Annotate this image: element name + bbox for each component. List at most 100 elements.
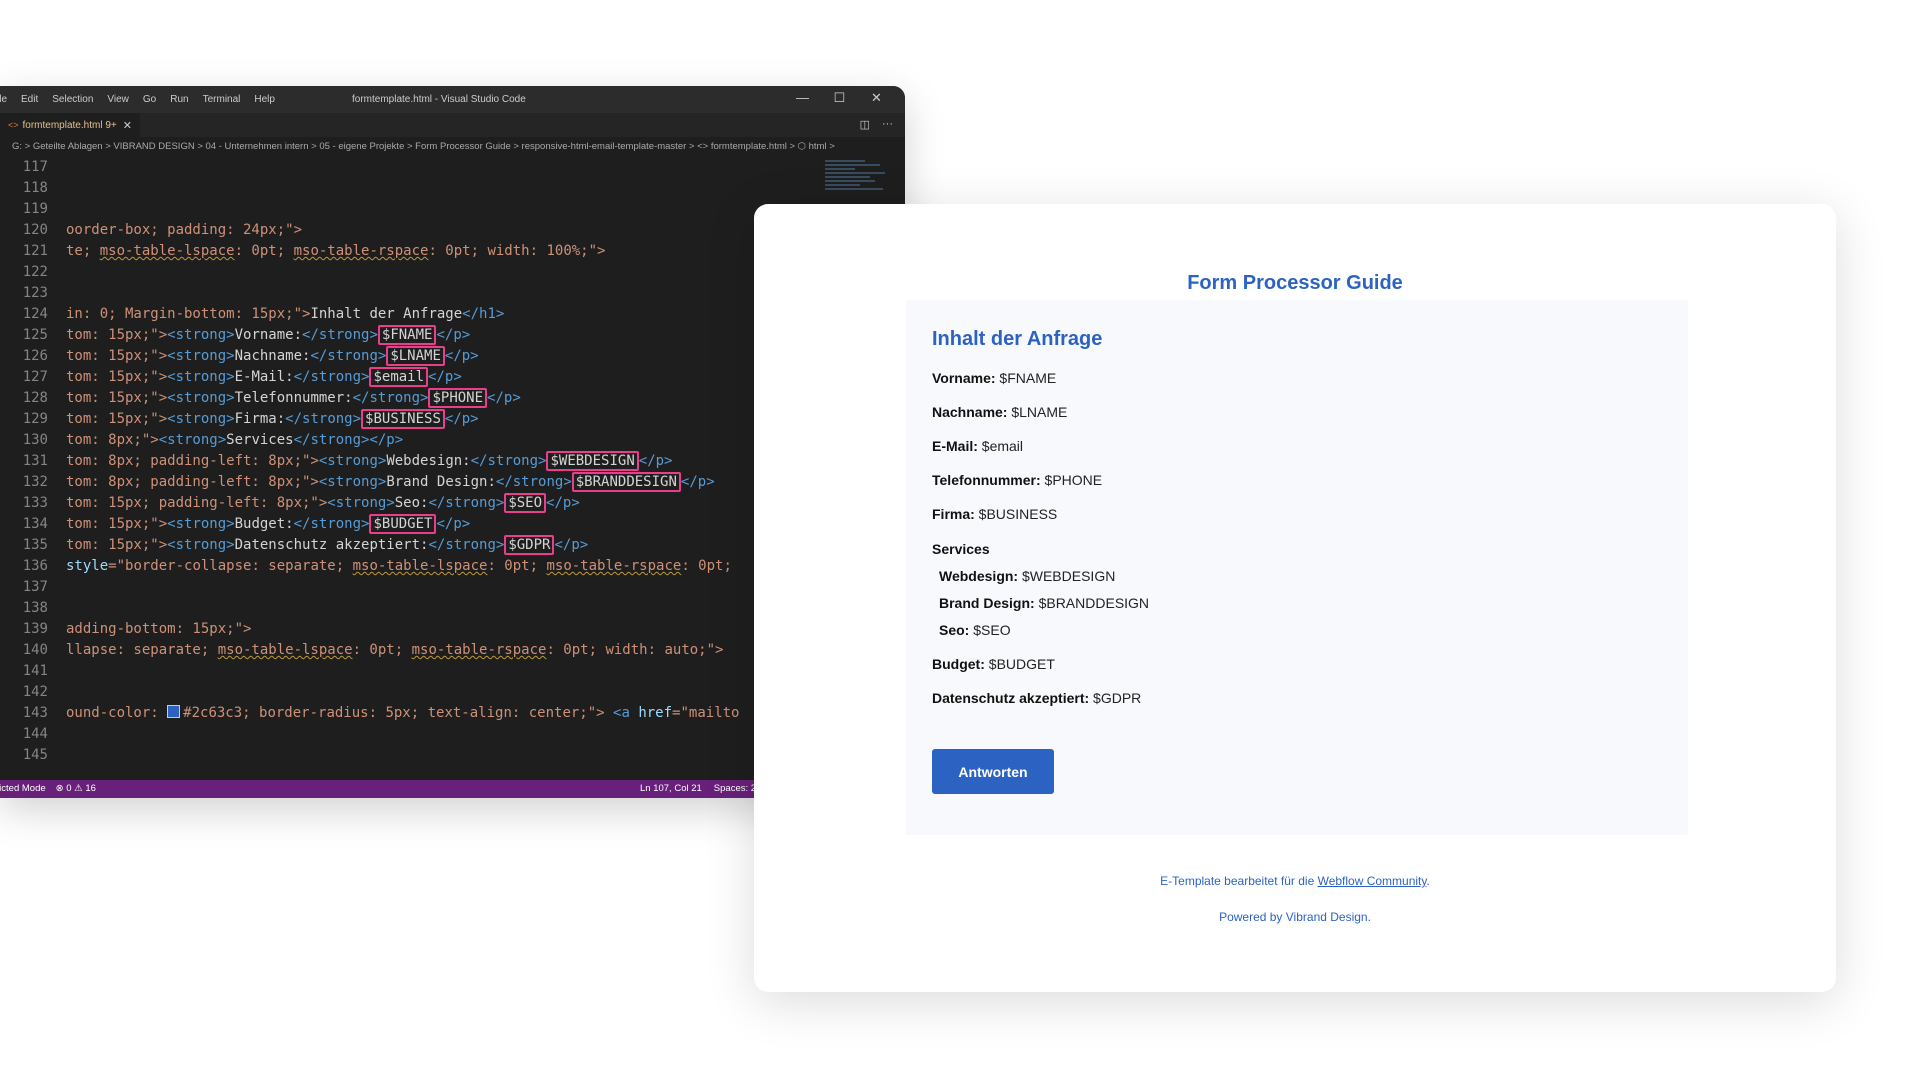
- code-line: 117: [22, 159, 48, 175]
- code-tag: <strong>: [167, 516, 235, 532]
- menu-edit[interactable]: Edit: [21, 94, 38, 105]
- cursor-position-status[interactable]: Ln 107, Col 21: [640, 780, 702, 798]
- title-bar: ile Edit Selection View Go Run Terminal …: [0, 86, 905, 113]
- problems-status[interactable]: ⊗ 0 ⚠ 16: [56, 780, 96, 798]
- code-tag: <strong>: [167, 411, 235, 427]
- restricted-mode-status[interactable]: ricted Mode: [0, 780, 46, 798]
- window-controls: — ☐ ✕: [784, 90, 895, 106]
- code-tag: </strong>: [495, 474, 572, 490]
- menu-help[interactable]: Help: [254, 94, 275, 105]
- code-tag: </strong>: [293, 516, 370, 532]
- minimize-icon[interactable]: —: [784, 90, 821, 106]
- maximize-icon[interactable]: ☐: [821, 90, 858, 106]
- code-tag: </strong>: [293, 432, 370, 448]
- menu-selection[interactable]: Selection: [52, 94, 93, 105]
- code-tag: <strong>: [167, 348, 235, 364]
- code-tag: </strong>: [293, 369, 370, 385]
- menu-go[interactable]: Go: [143, 94, 156, 105]
- window-title: formtemplate.html - Visual Studio Code: [352, 94, 526, 105]
- code-tag: </h1>: [462, 306, 505, 322]
- tab-close-icon[interactable]: ✕: [123, 119, 132, 132]
- code-text: tom: 15px;">: [66, 411, 168, 427]
- highlighted-variable: $FNAME: [377, 325, 437, 345]
- code-text: tom: 8px; padding-left: 8px;">: [66, 453, 319, 469]
- footer-note: E-Template bearbeitet für die Webflow Co…: [1160, 874, 1430, 888]
- email-preview-card: Form Processor Guide Inhalt der Anfrage …: [754, 204, 1836, 992]
- code-tag: </strong>: [302, 327, 378, 343]
- field-webdesign: Webdesign: $WEBDESIGN: [939, 568, 1116, 584]
- code-text: Brand Design:: [386, 474, 496, 490]
- highlighted-variable: $BRANDDESIGN: [571, 472, 681, 492]
- code-tag: </p>: [554, 537, 589, 553]
- code-text: tom: 15px;">: [66, 348, 168, 364]
- code-text: mso-table-rspace: [546, 558, 682, 574]
- split-editor-icon[interactable]: ◫: [860, 118, 870, 131]
- menu-view[interactable]: View: [107, 94, 129, 105]
- menu-terminal[interactable]: Terminal: [203, 94, 241, 105]
- code-tag: <strong>: [318, 474, 387, 490]
- field-vorname: Vorname: $FNAME: [932, 370, 1057, 386]
- code-text: adding-bottom: 15px;">: [66, 621, 252, 637]
- code-text: tom: 15px; padding-left: 8px;">: [66, 495, 328, 511]
- code-tag: <strong>: [167, 327, 235, 343]
- code-text: : 0pt; width: 100%;">: [428, 243, 606, 259]
- code-text: : 0pt;: [234, 243, 294, 259]
- code-text: oorder-box; padding: 24px;">: [66, 222, 303, 238]
- code-tag: </p>: [436, 516, 471, 532]
- email-body: Form Processor Guide Inhalt der Anfrage …: [764, 214, 1826, 985]
- field-nachname: Nachname: $LNAME: [932, 404, 1068, 420]
- code-text: #2c63c3; border-radius: 5px; text-align:…: [183, 705, 614, 721]
- code-text: llapse: separate;: [66, 642, 218, 658]
- code-tag: <strong>: [158, 432, 227, 448]
- menu-bar: ile Edit Selection View Go Run Terminal …: [0, 94, 289, 105]
- code-text: Services: [226, 432, 294, 448]
- code-tag: <strong>: [167, 369, 235, 385]
- tab-actions: ◫ ···: [860, 118, 893, 131]
- code-tag: </p>: [436, 327, 471, 343]
- code-tag: <a: [613, 705, 639, 721]
- code-text: Nachname:: [234, 348, 311, 364]
- email-header-title: Form Processor Guide: [1187, 272, 1403, 294]
- code-tag: </strong>: [470, 453, 547, 469]
- reply-button[interactable]: Antworten: [932, 749, 1054, 794]
- code-text: Inhalt der Anfrage: [310, 306, 463, 322]
- code-tag: </p>: [680, 474, 715, 490]
- email-content-box: Inhalt der Anfrage Vorname: $FNAME Nachn…: [906, 300, 1688, 835]
- field-firma: Firma: $BUSINESS: [932, 506, 1058, 522]
- code-tag: <strong>: [327, 495, 395, 511]
- close-icon[interactable]: ✕: [858, 90, 895, 106]
- breadcrumb-path[interactable]: G: > Geteilte Ablagen > VIBRAND DESIGN >…: [0, 141, 835, 152]
- highlighted-variable: $PHONE: [428, 388, 488, 408]
- menu-run[interactable]: Run: [170, 94, 188, 105]
- more-actions-icon[interactable]: ···: [882, 118, 893, 131]
- highlighted-variable: $email: [369, 367, 429, 387]
- code-tag: <strong>: [167, 537, 235, 553]
- webflow-community-link[interactable]: Webflow Community: [1318, 874, 1427, 888]
- code-tag: </strong>: [428, 495, 505, 511]
- code-tag: </p>: [638, 453, 673, 469]
- code-text: mso-table-rspace: [293, 243, 429, 259]
- code-tag: </p>: [444, 411, 479, 427]
- code-tag: </strong>: [352, 390, 429, 406]
- tab-formtemplate[interactable]: <> formtemplate.html 9+ ✕: [0, 113, 140, 137]
- code-text: Budget:: [234, 516, 294, 532]
- code-tag: </p>: [428, 369, 462, 385]
- code-text: te;: [66, 243, 100, 259]
- menu-file[interactable]: ile: [0, 94, 7, 105]
- code-tag: </p>: [546, 495, 580, 511]
- highlighted-variable: $WEBDESIGN: [546, 451, 639, 471]
- code-text: tom: 15px;">: [66, 537, 168, 553]
- color-swatch-icon[interactable]: [167, 705, 181, 718]
- code-text: in: 0; Margin-bottom: 15px;">: [66, 306, 311, 322]
- field-seo: Seo: $SEO: [939, 622, 1011, 638]
- code-text: tom: 15px;">: [66, 390, 168, 406]
- code-text: : 0pt;: [487, 558, 547, 574]
- code-text: mso-table-lspace: [352, 558, 488, 574]
- code-text: mso-table-lspace: [217, 642, 353, 658]
- code-text: Seo:: [394, 495, 429, 511]
- highlighted-variable: $GDPR: [504, 535, 555, 555]
- indentation-status[interactable]: Spaces: 2: [714, 780, 756, 798]
- code-text: Firma:: [234, 411, 286, 427]
- code-text: mso-table-lspace: [99, 243, 235, 259]
- code-text: : 0pt;: [352, 642, 412, 658]
